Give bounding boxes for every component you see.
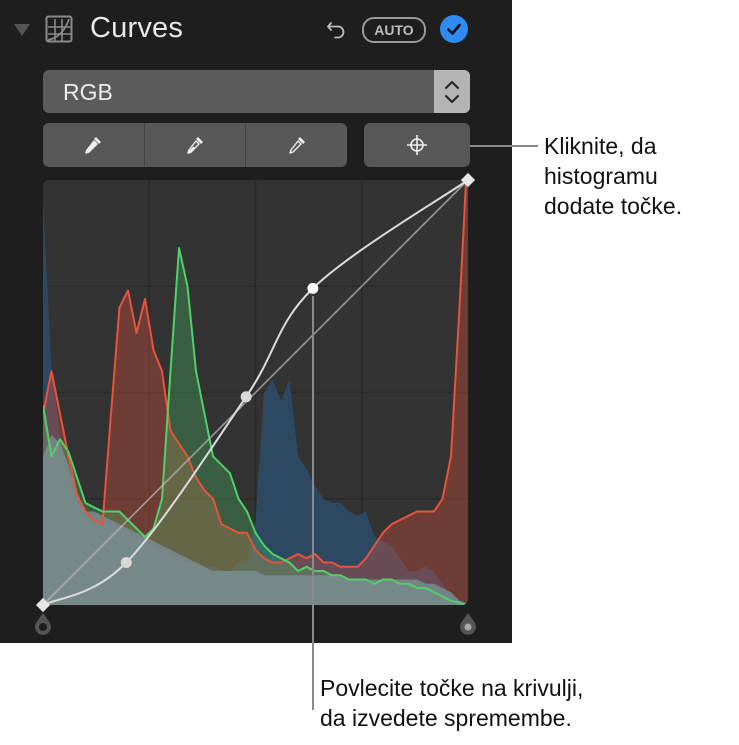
curve-control-point[interactable] [307,282,319,294]
callout-text-line: Povlecite točke na krivulji, [320,675,584,701]
curves-histogram[interactable] [0,0,512,643]
callout-text-line: Kliknite, da [544,133,657,159]
curve-control-point[interactable] [240,391,252,403]
callout-text-line: histogramu [544,163,658,189]
callout-text-line: dodate točke. [544,193,683,219]
callout-text-line: da izvedete spremembe. [320,705,572,731]
callout-add-points: Kliknite, da histogramu dodate točke. [544,131,682,221]
callout-leader-line [312,296,314,710]
callout-drag-points: Povlecite točke na krivulji, da izvedete… [320,673,583,733]
slider-handle-dot [464,623,472,631]
callout-leader-line [470,145,538,147]
slider-handle-dot [39,623,47,631]
curve-control-point[interactable] [120,557,132,568]
